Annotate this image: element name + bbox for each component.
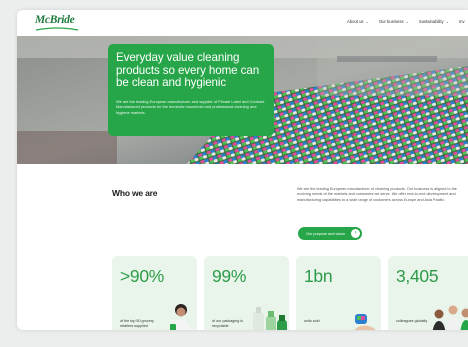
nav-item-our-business[interactable]: Our business ⌄ [379, 19, 409, 24]
logo-swoosh-icon [35, 27, 79, 31]
purpose-vision-button[interactable]: Our purpose and vision › [298, 227, 362, 240]
person-holding-product-icon [170, 304, 192, 330]
nav-item-label: About us [347, 19, 364, 24]
logo-text: McBride [35, 14, 75, 26]
nav-item-about-us[interactable]: About us ⌄ [347, 19, 369, 24]
stat-label: of our packaging is recyclable [212, 319, 243, 328]
bottles-icon [253, 307, 287, 330]
hero-card: Everyday value cleaning products so ever… [108, 44, 274, 136]
mcbride-logo[interactable]: McBride [35, 14, 81, 31]
arrow-right-icon: › [351, 229, 360, 238]
stat-value: 3,405 [396, 266, 439, 286]
nav-item-label: Sustainability [418, 19, 444, 24]
top-navigation: McBride About us ⌄ Our business ⌄ Sustaina… [17, 10, 468, 36]
colleagues-group-icon [432, 305, 468, 330]
who-we-are-text: We are the leading European manufacturer… [297, 187, 457, 202]
hand-holding-capsule-icon [354, 314, 376, 330]
chevron-down-icon: ⌄ [365, 19, 369, 24]
stat-card-units: 1bn units sold [296, 256, 381, 330]
nav-item-label: Our business [378, 19, 404, 24]
stat-card-packaging: 99% of our packaging is recyclable [204, 256, 289, 330]
nav-item-investors[interactable]: Inv [459, 19, 465, 24]
nav-links: About us ⌄ Our business ⌄ Sustainability ⌄ … [347, 19, 465, 24]
stat-value: 99% [212, 266, 247, 286]
hero-banner: Everyday value cleaning products so ever… [17, 36, 468, 164]
stat-value: >90% [120, 266, 165, 286]
stat-card-retailers: >90% of the top 50 grocery retailers sup… [112, 256, 197, 330]
stat-label: of the top 50 grocery retailers supplied [120, 319, 154, 328]
stat-label: units sold [304, 319, 320, 323]
chevron-down-icon: ⌄ [445, 19, 449, 24]
nav-item-label: Inv [458, 19, 465, 24]
who-we-are-heading: Who we are [112, 188, 158, 198]
stat-card-colleagues: 3,405 colleagues globally [388, 256, 468, 330]
browser-page: McBride About us ⌄ Our business ⌄ Sustaina… [17, 10, 468, 330]
button-label: Our purpose and vision [306, 231, 346, 236]
hero-description: We are the leading European manufacturer… [116, 98, 265, 115]
hero-title: Everyday value cleaning products so ever… [116, 51, 260, 89]
stat-value: 1bn [304, 266, 333, 286]
chevron-down-icon: ⌄ [405, 19, 409, 24]
nav-item-sustainability[interactable]: Sustainability ⌄ [419, 19, 449, 24]
